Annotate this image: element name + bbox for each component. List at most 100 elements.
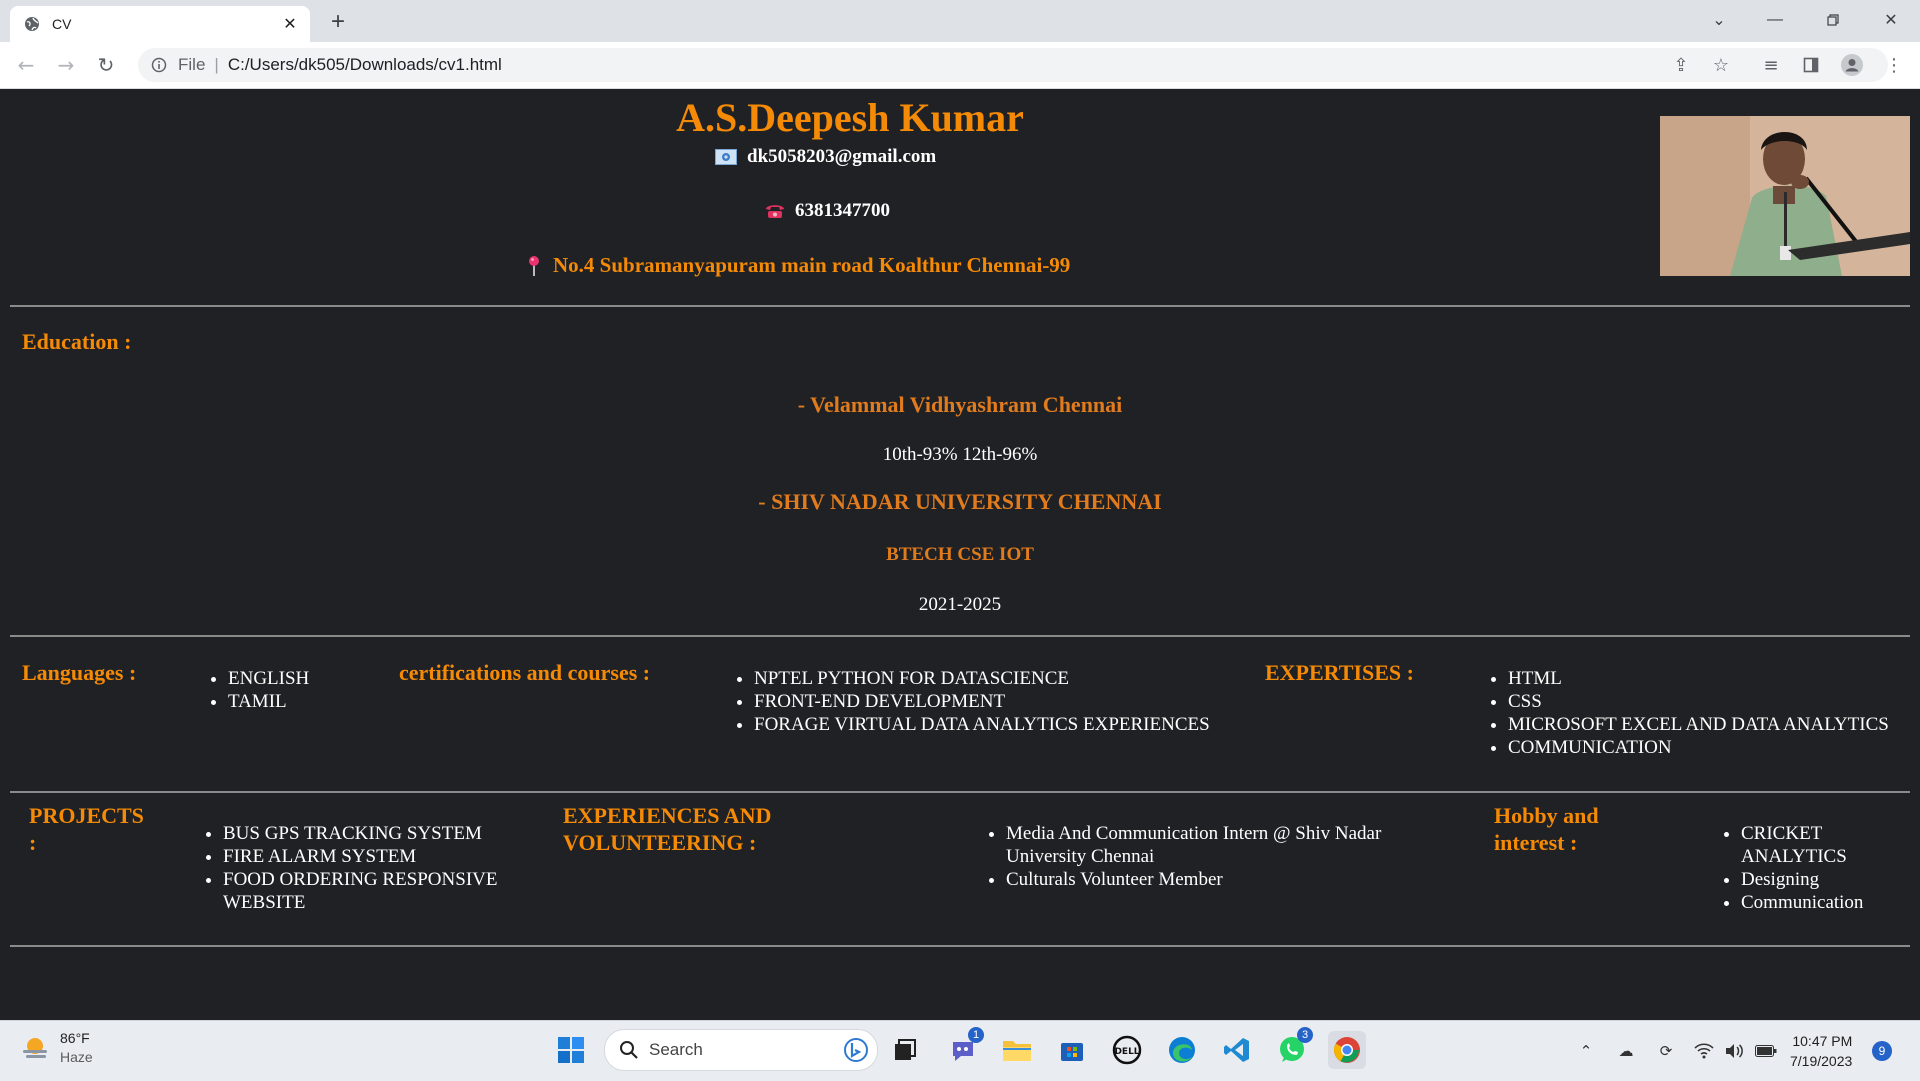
telephone-icon — [765, 203, 785, 219]
address-bar[interactable]: File | C:/Users/dk505/Downloads/cv1.html — [138, 48, 1888, 82]
divider — [10, 635, 1910, 637]
search-icon — [619, 1040, 639, 1060]
list-item: CRICKET ANALYTICS — [1741, 822, 1920, 868]
phone-text: 6381347700 — [795, 200, 890, 221]
experiences-heading-line: VOLUNTEERING : — [563, 830, 757, 855]
system-clock[interactable]: 10:47 PM 7/19/2023 — [1790, 1031, 1852, 1071]
globe-icon — [24, 16, 40, 32]
divider — [10, 945, 1910, 947]
profile-avatar-icon[interactable] — [1836, 49, 1868, 81]
profile-photo — [1660, 116, 1910, 276]
close-tab-icon[interactable]: ✕ — [276, 10, 304, 38]
show-hidden-icons-chevron[interactable]: ⌃ — [1574, 1039, 1598, 1063]
battery-icon[interactable] — [1754, 1039, 1778, 1063]
url-text[interactable]: C:/Users/dk505/Downloads/cv1.html — [228, 55, 502, 75]
list-item: FIRE ALARM SYSTEM — [223, 845, 553, 868]
taskbar: 86°F Haze Search 1 DELL 3 ⌃ ☁ ⟳ 10:47 PM… — [0, 1020, 1920, 1081]
whatsapp-icon[interactable]: 3 — [1273, 1027, 1313, 1069]
hobbies-heading-line: interest : — [1494, 830, 1578, 855]
list-item: HTML — [1508, 667, 1889, 690]
certifications-heading: certifications and courses : — [399, 660, 651, 685]
list-item: Culturals Volunteer Member — [1006, 868, 1436, 891]
hobbies-list: CRICKET ANALYTICS Designing Communicatio… — [1717, 822, 1920, 914]
list-item: FORAGE VIRTUAL DATA ANALYTICS EXPERIENCE… — [754, 713, 1210, 736]
weather-widget[interactable]: 86°F Haze — [20, 1029, 93, 1067]
location-pin-icon — [527, 255, 541, 277]
share-icon[interactable]: ⇪ — [1665, 49, 1697, 81]
expertises-heading: EXPERTISES : — [1265, 660, 1414, 685]
cv-name: A.S.Deepesh Kumar — [676, 95, 1024, 140]
projects-heading: PROJECTS : — [29, 802, 144, 856]
weather-temperature: 86°F — [60, 1030, 90, 1046]
teams-chat-icon[interactable]: 1 — [944, 1027, 984, 1069]
teams-badge: 1 — [968, 1027, 984, 1043]
browser-tab[interactable]: CV ✕ — [10, 6, 310, 42]
close-window-button[interactable]: ✕ — [1868, 4, 1914, 36]
study-years: 2021-2025 — [918, 594, 1002, 615]
list-item: TAMIL — [228, 690, 309, 713]
dell-icon[interactable]: DELL — [1108, 1031, 1146, 1069]
minimize-button[interactable]: — — [1752, 4, 1798, 36]
browser-tab-strip: CV ✕ + ⌄ — ✕ — [0, 0, 1920, 42]
certifications-list: NPTEL PYTHON FOR DATASCIENCE FRONT-END D… — [730, 667, 1210, 736]
side-panel-icon[interactable] — [1795, 49, 1827, 81]
microsoft-store-icon[interactable] — [1053, 1031, 1091, 1069]
list-item: MICROSOFT EXCEL AND DATA ANALYTICS — [1508, 713, 1889, 736]
list-item: Designing — [1741, 868, 1920, 891]
university-name: - SHIV NADAR UNIVERSITY CHENNAI — [758, 489, 1162, 514]
wifi-icon[interactable] — [1692, 1039, 1716, 1063]
email-row: dk5058203@gmail.com — [715, 146, 936, 168]
list-item: COMMUNICATION — [1508, 736, 1889, 759]
list-item: ENGLISH — [228, 667, 309, 690]
notification-badge[interactable]: 9 — [1872, 1041, 1892, 1061]
reading-list-icon[interactable]: ≡ — [1755, 49, 1787, 81]
degree-text: BTECH CSE IOT — [886, 544, 1034, 565]
list-item: Media And Communication Intern @ Shiv Na… — [1006, 822, 1436, 868]
education-heading: Education : — [22, 329, 132, 354]
bookmark-star-icon[interactable]: ☆ — [1705, 49, 1737, 81]
sync-icon[interactable]: ⟳ — [1654, 1039, 1678, 1063]
file-explorer-icon[interactable] — [998, 1031, 1036, 1069]
restore-button[interactable] — [1810, 4, 1856, 36]
list-item: CSS — [1508, 690, 1889, 713]
list-item: Communication — [1741, 891, 1920, 914]
task-view-icon[interactable] — [886, 1031, 924, 1069]
weather-description: Haze — [60, 1049, 93, 1065]
phone-row: 6381347700 — [765, 200, 890, 222]
taskbar-search-box[interactable]: Search — [604, 1029, 878, 1071]
info-icon[interactable] — [150, 56, 168, 74]
cv-page: A.S.Deepesh Kumar dk5058203@gmail.com 63… — [0, 89, 1920, 1020]
languages-heading: Languages : — [22, 660, 137, 685]
search-label: Search — [649, 1040, 703, 1059]
scheme-label: File — [178, 55, 206, 74]
more-menu-icon[interactable]: ⋮ — [1878, 49, 1910, 81]
edge-browser-icon[interactable] — [1163, 1031, 1201, 1069]
projects-list: BUS GPS TRACKING SYSTEM FIRE ALARM SYSTE… — [199, 822, 553, 914]
experiences-list: Media And Communication Intern @ Shiv Na… — [982, 822, 1436, 891]
projects-heading-line: PROJECTS — [29, 803, 144, 828]
email-icon — [715, 149, 737, 165]
new-tab-button[interactable]: + — [322, 6, 354, 38]
school-name: - Velammal Vidhyashram Chennai — [797, 392, 1123, 417]
bing-icon — [843, 1037, 869, 1063]
chrome-icon[interactable] — [1328, 1031, 1366, 1069]
list-item: NPTEL PYTHON FOR DATASCIENCE — [754, 667, 1210, 690]
back-arrow-icon[interactable]: ← — [10, 49, 42, 81]
scheme-separator: | — [214, 55, 219, 74]
list-item: BUS GPS TRACKING SYSTEM — [223, 822, 553, 845]
hobbies-heading: Hobby and interest : — [1494, 802, 1599, 856]
list-item: FRONT-END DEVELOPMENT — [754, 690, 1210, 713]
volume-icon[interactable] — [1722, 1039, 1746, 1063]
experiences-heading: EXPERIENCES AND VOLUNTEERING : — [563, 802, 771, 856]
browser-toolbar: ← → ↻ File | C:/Users/dk505/Downloads/cv… — [0, 42, 1920, 89]
vscode-icon[interactable] — [1218, 1031, 1256, 1069]
tab-title: CV — [52, 16, 72, 32]
onedrive-cloud-icon[interactable]: ☁ — [1614, 1039, 1638, 1063]
tab-search-icon[interactable]: ⌄ — [1696, 4, 1742, 36]
email-text[interactable]: dk5058203@gmail.com — [747, 146, 936, 168]
reload-icon[interactable]: ↻ — [90, 49, 122, 81]
forward-arrow-icon[interactable]: → — [50, 49, 82, 81]
windows-start-icon[interactable] — [552, 1031, 590, 1069]
divider — [10, 305, 1910, 307]
list-item: FOOD ORDERING RESPONSIVE WEBSITE — [223, 868, 553, 914]
